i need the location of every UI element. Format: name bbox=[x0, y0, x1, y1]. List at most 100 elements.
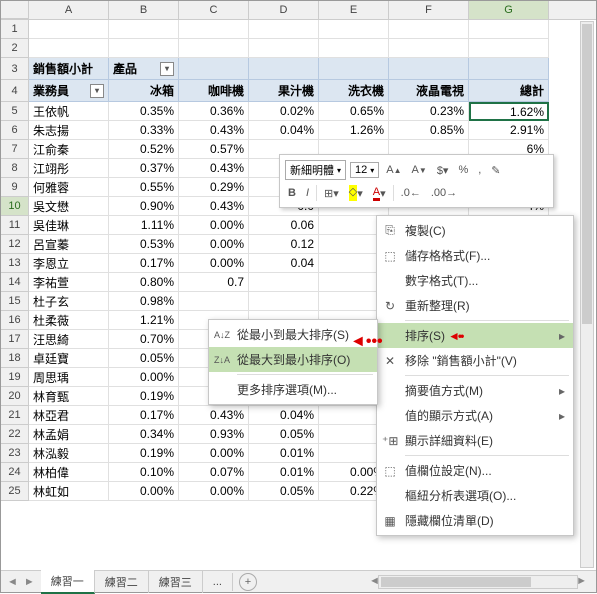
menu-hide-list[interactable]: ▦隱藏欄位清單(D) bbox=[377, 508, 573, 533]
currency-icon[interactable]: $▾ bbox=[434, 163, 452, 178]
name-cell[interactable]: 卓廷寶 bbox=[29, 349, 109, 368]
row-header[interactable]: 14 bbox=[1, 273, 29, 292]
font-color-icon[interactable]: A▾ bbox=[370, 185, 389, 202]
value-cell[interactable]: 0.19% bbox=[109, 387, 179, 406]
value-cell[interactable]: 0.12 bbox=[249, 235, 319, 254]
menu-sort[interactable]: 排序(S)◄••▸ bbox=[377, 323, 573, 348]
menu-field-settings[interactable]: ⬚值欄位設定(N)... bbox=[377, 458, 573, 483]
name-cell[interactable]: 林柏偉 bbox=[29, 463, 109, 482]
value-cell[interactable]: 2.91% bbox=[469, 121, 549, 140]
value-cell[interactable]: 0.05% bbox=[249, 425, 319, 444]
row-header[interactable]: 21 bbox=[1, 406, 29, 425]
fill-color-icon[interactable]: ◇▾ bbox=[346, 184, 366, 202]
col-header-E[interactable]: E bbox=[319, 1, 389, 19]
pivot-row-label[interactable]: 業務員▾ bbox=[29, 80, 109, 102]
name-cell[interactable]: 林泓毅 bbox=[29, 444, 109, 463]
name-cell[interactable]: 朱志揚 bbox=[29, 121, 109, 140]
sheet-nav[interactable]: ◄► bbox=[1, 576, 41, 588]
value-cell[interactable]: 0.43% bbox=[179, 121, 249, 140]
comma-icon[interactable]: , bbox=[475, 163, 484, 177]
percent-icon[interactable]: % bbox=[455, 163, 471, 177]
col-label-juice[interactable]: 果汁機 bbox=[249, 80, 319, 102]
col-header-B[interactable]: B bbox=[109, 1, 179, 19]
row-header[interactable]: 8 bbox=[1, 159, 29, 178]
row-header[interactable]: 17 bbox=[1, 330, 29, 349]
col-header-D[interactable]: D bbox=[249, 1, 319, 19]
row-header[interactable]: 10 bbox=[1, 197, 29, 216]
value-cell[interactable]: 0.07% bbox=[179, 463, 249, 482]
value-cell[interactable]: 0.37% bbox=[109, 159, 179, 178]
row-header[interactable]: 22 bbox=[1, 425, 29, 444]
value-cell[interactable]: 1.21% bbox=[109, 311, 179, 330]
value-cell[interactable]: 0.7 bbox=[179, 273, 249, 292]
row-header-1[interactable]: 1 bbox=[1, 20, 29, 39]
italic-button[interactable]: I bbox=[303, 186, 312, 200]
col-header-C[interactable]: C bbox=[179, 1, 249, 19]
name-cell[interactable]: 汪思綺 bbox=[29, 330, 109, 349]
value-cell[interactable]: 0.34% bbox=[109, 425, 179, 444]
name-cell[interactable]: 吳佳琳 bbox=[29, 216, 109, 235]
col-label-total[interactable]: 總計 bbox=[469, 80, 549, 102]
value-cell[interactable]: 0.17% bbox=[109, 406, 179, 425]
col-label-fridge[interactable]: 冰箱 bbox=[109, 80, 179, 102]
value-cell[interactable]: 0.90% bbox=[109, 197, 179, 216]
add-sheet-button[interactable]: + bbox=[239, 573, 257, 591]
col-header-A[interactable]: A bbox=[29, 1, 109, 19]
column-filter-dropdown[interactable]: ▾ bbox=[160, 62, 174, 76]
row-header[interactable]: 9 bbox=[1, 178, 29, 197]
name-cell[interactable]: 林育甄 bbox=[29, 387, 109, 406]
value-cell[interactable] bbox=[249, 273, 319, 292]
name-cell[interactable]: 林虹如 bbox=[29, 482, 109, 501]
value-cell[interactable]: 0.19% bbox=[109, 444, 179, 463]
increase-font-icon[interactable]: A▲ bbox=[383, 163, 404, 177]
value-cell[interactable]: 0.70% bbox=[109, 330, 179, 349]
menu-summarize[interactable]: 摘要值方式(M)▸ bbox=[377, 378, 573, 403]
sheet-tab-1[interactable]: 練習一 bbox=[41, 570, 95, 594]
menu-details[interactable]: ⁺⊞顯示詳細資料(E) bbox=[377, 428, 573, 453]
sheet-tab-more[interactable]: ... bbox=[203, 573, 233, 591]
menu-format-cells[interactable]: ⬚儲存格格式(F)... bbox=[377, 243, 573, 268]
value-cell[interactable]: 0.04% bbox=[249, 121, 319, 140]
pivot-value-label[interactable]: 銷售額小計 bbox=[29, 58, 109, 80]
row-header[interactable]: 24 bbox=[1, 463, 29, 482]
value-cell[interactable]: 0.05% bbox=[109, 349, 179, 368]
value-cell[interactable] bbox=[179, 292, 249, 311]
menu-show-as[interactable]: 值的顯示方式(A)▸ bbox=[377, 403, 573, 428]
value-cell[interactable]: 0.00% bbox=[109, 368, 179, 387]
value-cell[interactable]: 0.00% bbox=[109, 482, 179, 501]
value-cell[interactable] bbox=[249, 292, 319, 311]
value-cell[interactable]: 0.52% bbox=[109, 140, 179, 159]
vertical-scrollbar[interactable] bbox=[580, 21, 594, 568]
horizontal-scrollbar[interactable]: ◄► bbox=[378, 575, 578, 589]
decrease-decimal-icon[interactable]: .0← bbox=[398, 186, 424, 200]
menu-refresh[interactable]: ↻重新整理(R) bbox=[377, 293, 573, 318]
row-header[interactable]: 6 bbox=[1, 121, 29, 140]
row-header[interactable]: 20 bbox=[1, 387, 29, 406]
value-cell[interactable]: 0.00% bbox=[179, 216, 249, 235]
row-header[interactable]: 18 bbox=[1, 349, 29, 368]
row-header[interactable]: 11 bbox=[1, 216, 29, 235]
value-cell[interactable]: 0.55% bbox=[109, 178, 179, 197]
value-cell[interactable]: 0.36% bbox=[179, 102, 249, 121]
name-cell[interactable]: 杜柔薇 bbox=[29, 311, 109, 330]
name-cell[interactable]: 王依帆 bbox=[29, 102, 109, 121]
pivot-column-label[interactable]: 產品▾ bbox=[109, 58, 179, 80]
value-cell[interactable]: 0.01% bbox=[249, 444, 319, 463]
nav-next-icon[interactable]: ► bbox=[24, 576, 35, 588]
name-cell[interactable]: 李祐萱 bbox=[29, 273, 109, 292]
menu-pivot-options[interactable]: 樞紐分析表選項(O)... bbox=[377, 483, 573, 508]
col-label-tv[interactable]: 液晶電視 bbox=[389, 80, 469, 102]
name-cell[interactable]: 林亞君 bbox=[29, 406, 109, 425]
name-cell[interactable]: 何雅蓉 bbox=[29, 178, 109, 197]
value-cell[interactable]: 0.29% bbox=[179, 178, 249, 197]
value-cell[interactable]: 0.53% bbox=[109, 235, 179, 254]
submenu-more-sort[interactable]: 更多排序選項(M)... bbox=[209, 377, 377, 402]
value-cell[interactable]: 0.98% bbox=[109, 292, 179, 311]
value-cell[interactable]: 1.62% bbox=[469, 102, 549, 121]
row-header[interactable]: 23 bbox=[1, 444, 29, 463]
value-cell[interactable]: 0.02% bbox=[249, 102, 319, 121]
value-cell[interactable]: 0.00% bbox=[179, 235, 249, 254]
row-header[interactable]: 12 bbox=[1, 235, 29, 254]
row-header-2[interactable]: 2 bbox=[1, 39, 29, 58]
name-cell[interactable]: 呂宣蓁 bbox=[29, 235, 109, 254]
